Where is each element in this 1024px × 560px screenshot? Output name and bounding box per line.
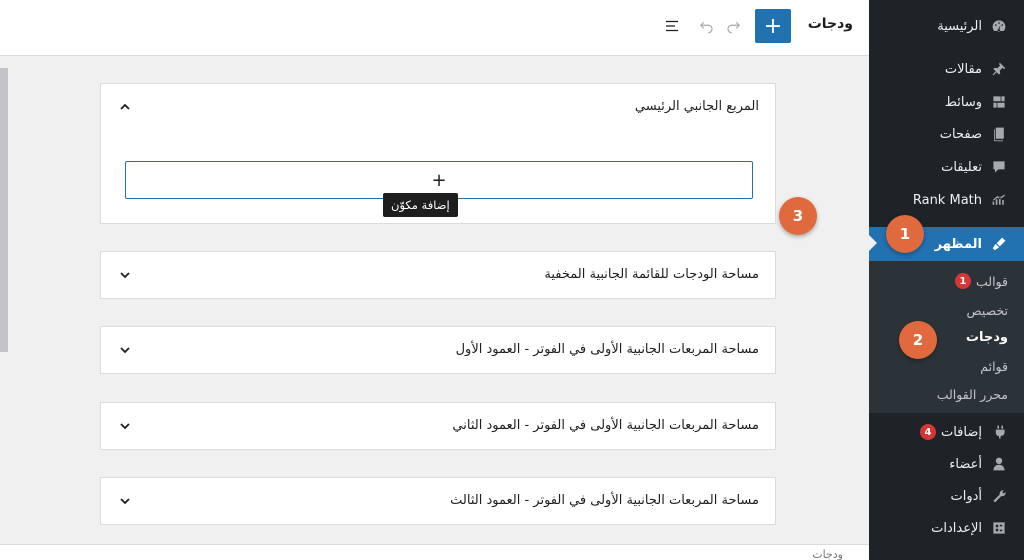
sidebar-item-label: صفحات	[939, 126, 982, 142]
sidebar-item-label: Rank Math	[912, 192, 982, 208]
add-block-tooltip: إضافة مكوّن	[383, 193, 458, 217]
chevron-up-icon[interactable]	[117, 99, 133, 115]
page-icon	[990, 125, 1008, 143]
sidebar-item-users[interactable]: أعضاء	[869, 448, 1024, 480]
sidebar-item-label: إضافات	[940, 424, 982, 440]
sidebar-item-label: تعليقات	[941, 159, 982, 175]
comment-icon	[990, 158, 1008, 176]
widget-area-footer-column-2[interactable]: مساحة المربعات الجانبية الأولى في الفوتر…	[100, 402, 776, 450]
callout-2: 2	[899, 321, 937, 359]
callout-1: 1	[886, 215, 924, 253]
widget-area-title: مساحة الودجات للقائمة الجانبية المخفية	[544, 267, 759, 282]
sidebar-item-label: الرئيسية	[937, 18, 982, 34]
block-breadcrumb-bar: ودجات	[0, 544, 869, 560]
sidebar-item-tools[interactable]: أدوات	[869, 480, 1024, 512]
add-block-button[interactable]: +	[755, 9, 791, 43]
appearance-icon	[990, 235, 1008, 253]
plugin-icon	[990, 423, 1008, 441]
sidebar-item-settings[interactable]: الإعدادات	[869, 512, 1024, 544]
widget-area-title: مساحة المربعات الجانبية الأولى في الفوتر…	[450, 493, 759, 508]
submenu-item-widgets[interactable]: ودجات	[869, 323, 1024, 351]
submenu-item-label: محرر القوالب	[936, 386, 1008, 402]
media-icon	[990, 93, 1008, 111]
sidebar-item-pages[interactable]: صفحات	[869, 118, 1024, 150]
sidebar-item-dashboard[interactable]: الرئيسية	[869, 10, 1024, 42]
admin-sidebar: الرئيسية مقالات وسائط صفحات تعليقات Rank…	[869, 0, 1024, 560]
settings-icon	[990, 519, 1008, 537]
page-title: ودجات	[807, 16, 853, 32]
submenu-item-label: ودجات	[965, 329, 1008, 345]
submenu-item-label: تخصيص	[966, 302, 1008, 318]
sidebar-item-posts[interactable]: مقالات	[869, 53, 1024, 85]
submenu-item-theme-editor[interactable]: محرر القوالب	[869, 380, 1024, 408]
submenu-item-label: قوالب	[976, 273, 1008, 289]
chevron-down-icon[interactable]	[117, 267, 133, 283]
sidebar-item-rank-math[interactable]: Rank Math	[869, 184, 1024, 216]
dashboard-icon	[990, 17, 1008, 35]
chevron-down-icon[interactable]	[117, 493, 133, 509]
editor-header: ودجات +	[0, 0, 869, 56]
update-count-badge: 4	[919, 424, 936, 440]
scrollbar[interactable]	[0, 68, 8, 352]
tools-icon	[990, 487, 1008, 505]
submenu-item-customize[interactable]: تخصيص	[869, 296, 1024, 324]
widget-area-hidden-sidebar[interactable]: مساحة الودجات للقائمة الجانبية المخفية	[100, 251, 776, 299]
widget-area-title: مساحة المربعات الجانبية الأولى في الفوتر…	[452, 418, 759, 433]
submenu-item-label: قوائم	[980, 358, 1008, 374]
sidebar-item-label: مقالات	[944, 61, 982, 77]
list-view-icon[interactable]	[661, 15, 683, 37]
sidebar-item-comments[interactable]: تعليقات	[869, 151, 1024, 183]
sidebar-item-label: وسائط	[944, 94, 982, 110]
rank-math-icon	[990, 191, 1008, 209]
chevron-down-icon[interactable]	[117, 342, 133, 358]
sidebar-item-label: المظهر	[934, 236, 982, 252]
users-icon	[990, 455, 1008, 473]
breadcrumb[interactable]: ودجات	[812, 548, 843, 560]
active-menu-arrow	[869, 235, 877, 251]
sidebar-item-plugins[interactable]: إضافات 4	[869, 416, 1024, 448]
sidebar-item-label: الإعدادات	[931, 520, 982, 536]
widget-area-title: مساحة المربعات الجانبية الأولى في الفوتر…	[455, 342, 759, 357]
pin-icon	[990, 60, 1008, 78]
submenu-item-menus[interactable]: قوائم	[869, 352, 1024, 380]
submenu-item-themes[interactable]: قوالب 1	[869, 267, 1024, 295]
widget-area-footer-column-1[interactable]: مساحة المربعات الجانبية الأولى في الفوتر…	[100, 326, 776, 374]
widget-area-title: المربع الجانبي الرئيسي	[634, 99, 759, 114]
callout-3: 3	[779, 197, 817, 235]
redo-icon[interactable]	[723, 15, 745, 37]
sidebar-item-label: أعضاء	[949, 456, 982, 472]
update-count-badge: 1	[955, 273, 971, 289]
chevron-down-icon[interactable]	[117, 418, 133, 434]
appearance-submenu: قوالب 1 تخصيص ودجات قوائم محرر القوالب	[869, 261, 1024, 413]
widget-area-footer-column-3[interactable]: مساحة المربعات الجانبية الأولى في الفوتر…	[100, 477, 776, 525]
sidebar-item-media[interactable]: وسائط	[869, 86, 1024, 118]
sidebar-item-label: أدوات	[950, 488, 982, 504]
undo-icon[interactable]	[695, 15, 717, 37]
